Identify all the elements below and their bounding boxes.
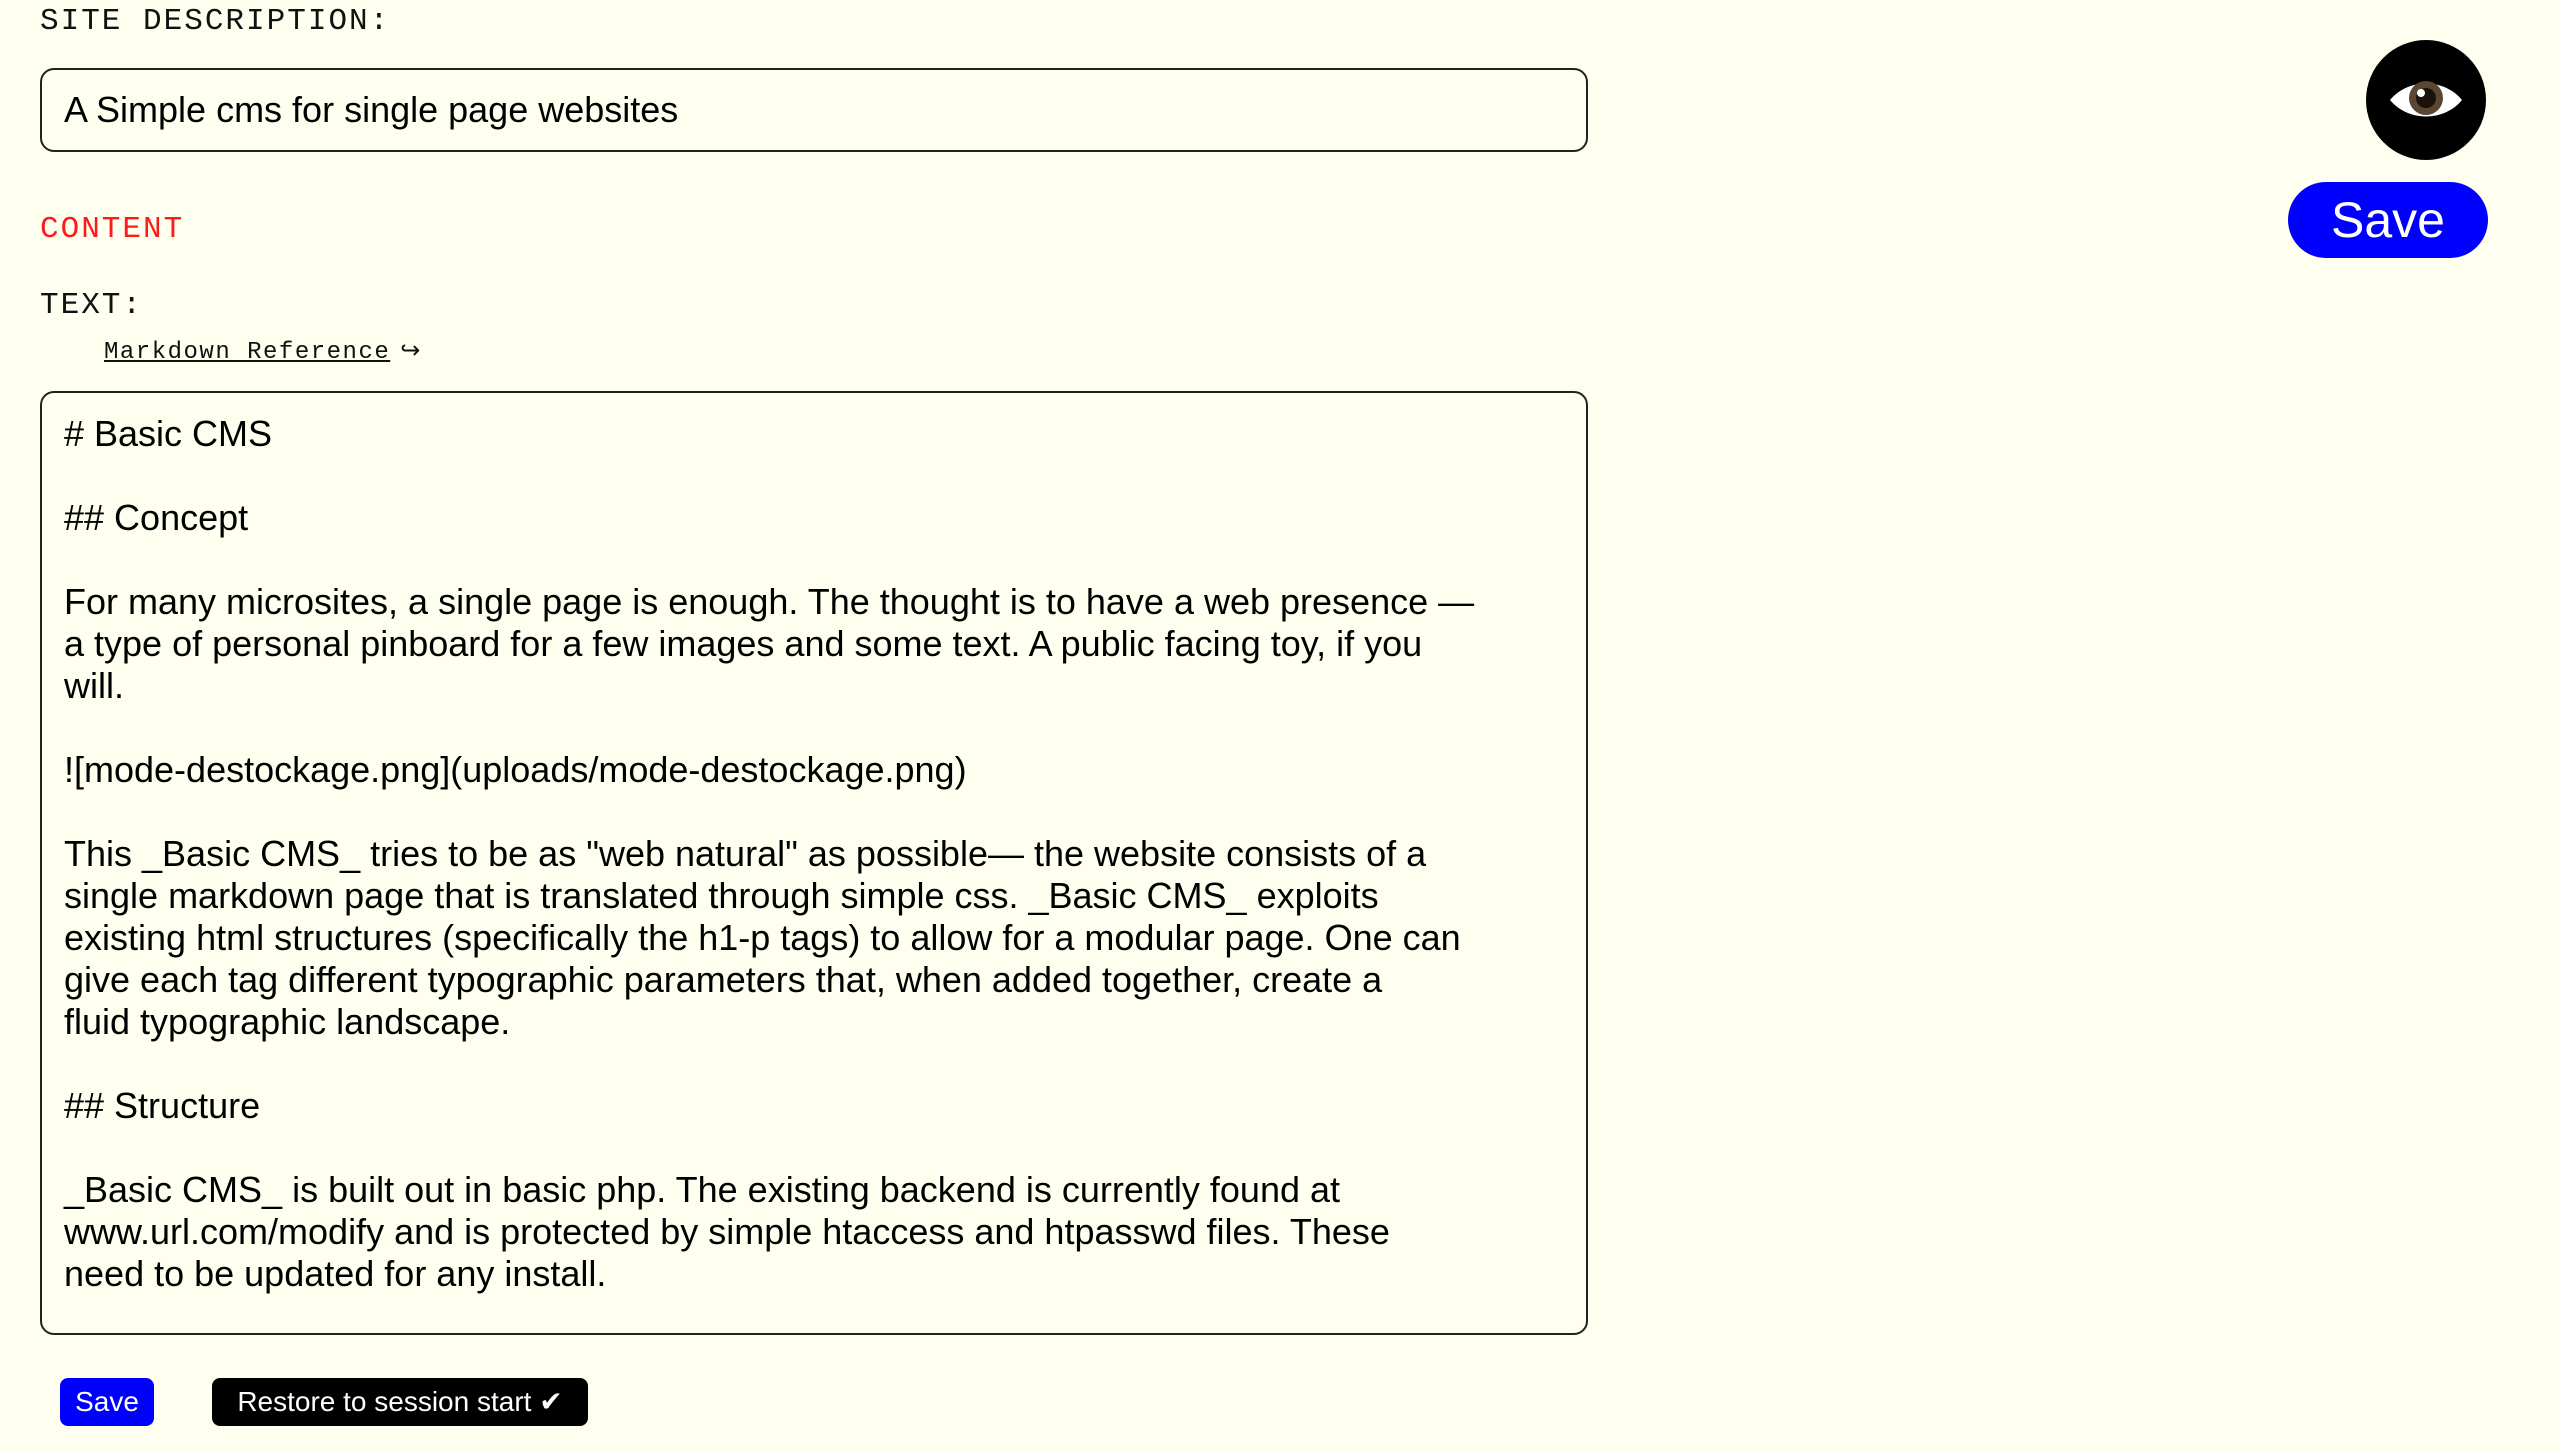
site-description-input[interactable] [40, 68, 1588, 152]
return-arrow-icon: ↪ [400, 336, 422, 364]
save-button-primary[interactable]: Save [2288, 182, 2488, 258]
site-description-label: SITE DESCRIPTION: [40, 4, 391, 39]
content-textarea[interactable]: # Basic CMS ## Concept For many microsit… [40, 391, 1588, 1335]
markdown-reference-link[interactable]: Markdown Reference ↪ [104, 336, 422, 366]
save-button-secondary[interactable]: Save [60, 1378, 154, 1426]
markdown-reference-label: Markdown Reference [104, 339, 391, 366]
eye-icon [2390, 81, 2462, 117]
content-section-heading: CONTENT [40, 212, 185, 247]
preview-eye-button[interactable] [2366, 40, 2486, 160]
restore-session-button[interactable]: Restore to session start ✔ [212, 1378, 588, 1426]
text-field-label: TEXT: [40, 288, 144, 323]
